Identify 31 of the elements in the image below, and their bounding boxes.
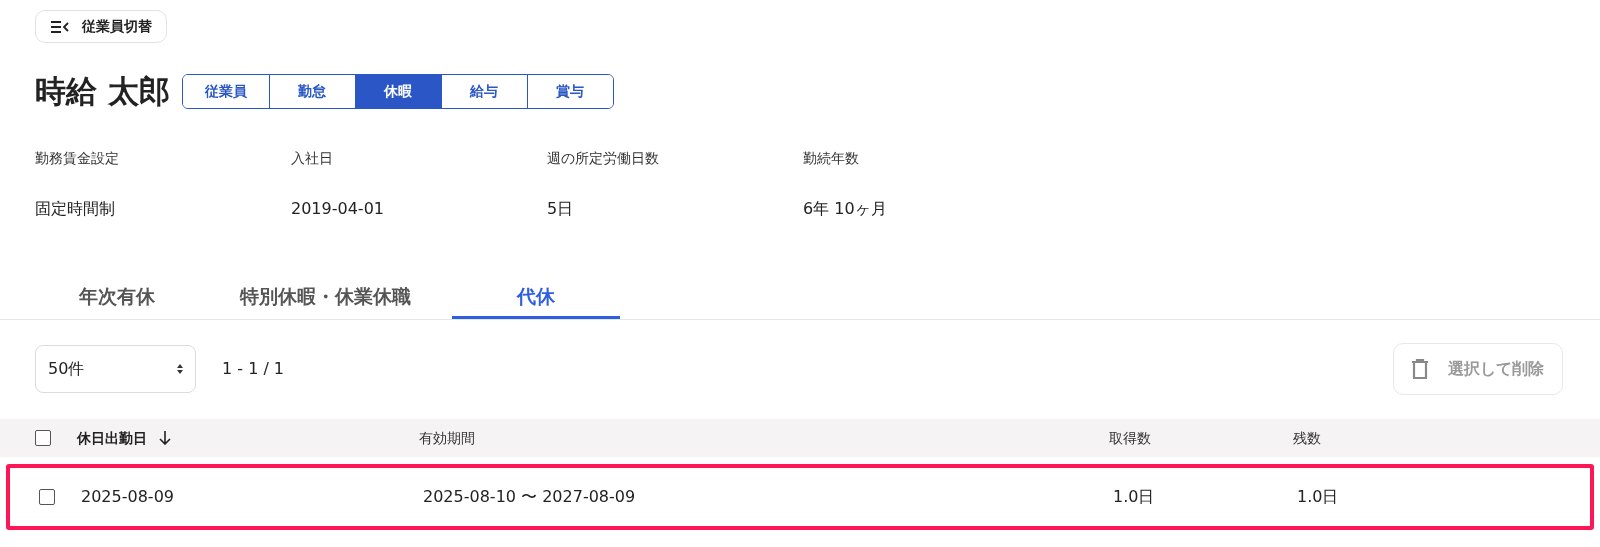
- column-header: 残数: [1293, 428, 1321, 448]
- field-value: 5日: [547, 198, 575, 220]
- column-header: 有効期間: [419, 428, 475, 448]
- table-cell: 1.0日: [1297, 487, 1339, 506]
- leave-tab[interactable]: 特別休暇・休業休職: [198, 277, 452, 319]
- table-cell: 1.0日: [1113, 487, 1155, 506]
- field-label: 勤続年数: [803, 149, 860, 168]
- trash-icon: [1412, 359, 1428, 379]
- checkbox[interactable]: [35, 430, 51, 446]
- field-label: 週の所定労働日数: [547, 149, 660, 168]
- leave-tab[interactable]: 年次有休: [35, 277, 198, 319]
- section-tab[interactable]: 休暇: [354, 75, 441, 108]
- section-tab[interactable]: 賞与: [526, 75, 613, 108]
- employee-switch-button[interactable]: 従業員切替: [35, 10, 167, 43]
- page-size-select[interactable]: 50件: [35, 345, 196, 393]
- field-value: 固定時間制: [35, 198, 116, 220]
- table-cell: 2025-08-09: [81, 487, 174, 506]
- leave-tab[interactable]: 代休: [452, 277, 620, 319]
- field-value: 6年 10ヶ月: [803, 198, 888, 220]
- employee-name: 時給 太郎: [35, 76, 170, 107]
- field-label: 入社日: [291, 149, 334, 168]
- sort-down-arrow-icon[interactable]: [159, 431, 171, 445]
- checkbox[interactable]: [39, 489, 55, 505]
- field-value: 2019-04-01: [291, 198, 385, 220]
- field-label: 勤務賃金設定: [35, 149, 120, 168]
- pagination-text: 1 - 1 / 1: [222, 358, 285, 380]
- up-down-caret-icon: [177, 363, 183, 375]
- table-cell: 2025-08-10 〜 2027-08-09: [423, 487, 636, 506]
- column-header: 取得数: [1109, 428, 1151, 448]
- menu-collapse-icon: [50, 20, 70, 33]
- column-header: 休日出勤日: [77, 428, 147, 448]
